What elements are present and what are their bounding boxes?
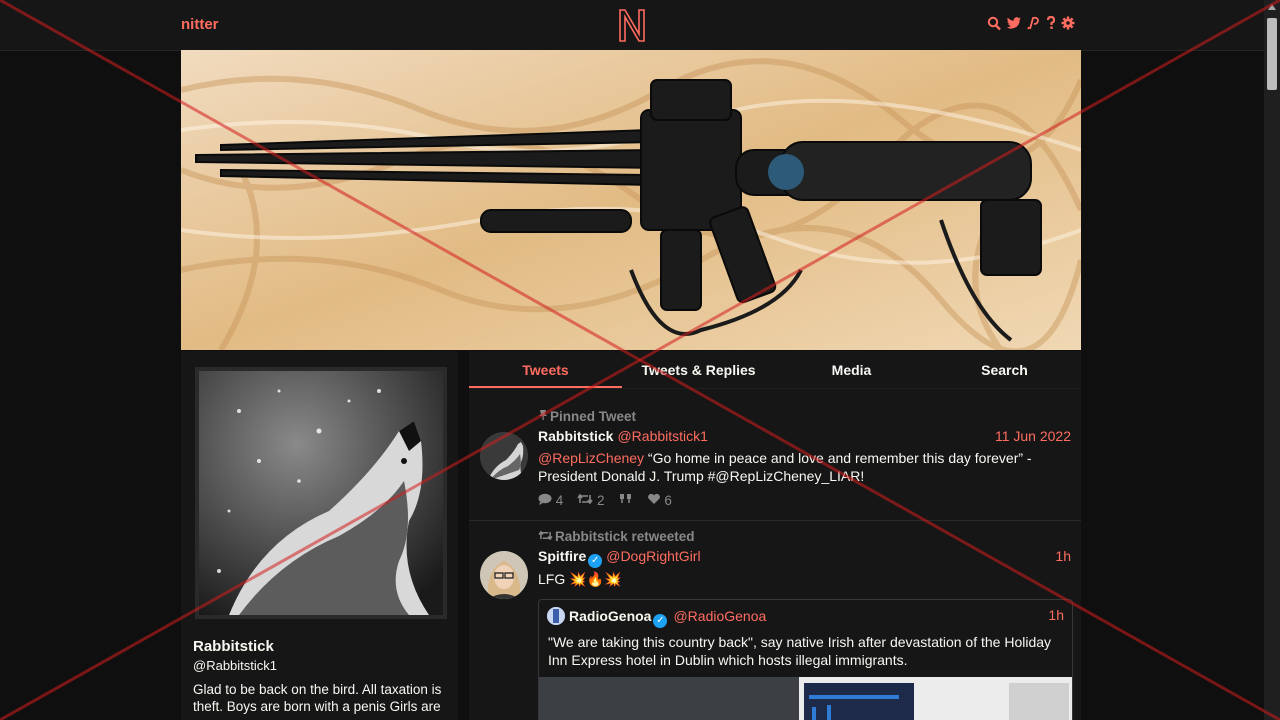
profile-bio: Glad to be back on the bird. All taxatio… bbox=[193, 682, 442, 714]
retweet-icon bbox=[577, 493, 593, 508]
quote-header: RadioGenoa ✓ @RadioGenoa 1h bbox=[547, 607, 1064, 628]
tweet-fullname[interactable]: Rabbitstick bbox=[538, 428, 613, 444]
tweet-stats: 4 2 6 bbox=[538, 493, 672, 508]
tab-tweets-replies[interactable]: Tweets & Replies bbox=[622, 351, 775, 388]
search-icon[interactable] bbox=[987, 15, 1001, 31]
profile-username[interactable]: @Rabbitstick1 bbox=[193, 658, 277, 673]
tab-media[interactable]: Media bbox=[775, 351, 928, 388]
like-stat[interactable]: 6 bbox=[647, 493, 672, 508]
tweet-content: LFG 💥🔥💥 bbox=[538, 570, 1058, 588]
profile-banner[interactable] bbox=[181, 50, 1081, 350]
spitfire-avatar-image bbox=[480, 551, 528, 599]
navbar: nitter bbox=[0, 0, 1264, 51]
reply-stat[interactable]: 4 bbox=[538, 493, 563, 508]
tweet-username[interactable]: @DogRightGirl bbox=[606, 548, 700, 564]
timeline-tabs: Tweets Tweets & Replies Media Search bbox=[469, 351, 1081, 389]
pinned-label: Pinned Tweet bbox=[538, 409, 636, 424]
quoted-tweet[interactable]: RadioGenoa ✓ @RadioGenoa 1h "We are taking… bbox=[538, 599, 1073, 720]
quote-fullname[interactable]: RadioGenoa bbox=[569, 608, 651, 624]
profile-avatar[interactable] bbox=[195, 367, 447, 619]
nav-icons bbox=[987, 15, 1075, 31]
pinned-label-text: Pinned Tweet bbox=[550, 409, 637, 424]
brand-link[interactable]: nitter bbox=[181, 16, 219, 33]
tab-search[interactable]: Search bbox=[928, 351, 1081, 388]
timeline: Tweets Tweets & Replies Media Search Pin… bbox=[469, 351, 1081, 720]
rss-icon[interactable] bbox=[1027, 15, 1041, 31]
verified-badge-icon: ✓ bbox=[653, 614, 668, 628]
tweet-date[interactable]: 11 Jun 2022 bbox=[995, 428, 1071, 444]
twitter-icon[interactable] bbox=[1006, 15, 1022, 31]
quote-date[interactable]: 1h bbox=[1048, 607, 1064, 623]
tweet-avatar[interactable] bbox=[480, 551, 528, 599]
mention-link[interactable]: @RepLizCheney bbox=[538, 450, 644, 466]
retweet-stat[interactable]: 2 bbox=[577, 493, 605, 508]
nitter-logo-icon[interactable] bbox=[616, 7, 648, 43]
tweet-text: LFG 💥🔥💥 bbox=[538, 571, 622, 587]
scroll-up-arrow-icon[interactable] bbox=[1268, 4, 1276, 10]
tab-tweets[interactable]: Tweets bbox=[469, 351, 622, 388]
tweet-header: Rabbitstick @Rabbitstick1 11 Jun 2022 bbox=[538, 428, 1071, 444]
quote-avatar[interactable] bbox=[547, 607, 565, 625]
quote-icon bbox=[619, 493, 633, 508]
tweet-item[interactable]: Pinned Tweet Rabbitstick @Rabbitstick1 11… bbox=[469, 404, 1081, 521]
verified-badge-icon: ✓ bbox=[588, 554, 603, 568]
pin-icon bbox=[538, 409, 550, 424]
tweet-item[interactable]: Rabbitstick retweeted Spitfire ✓ @DogRight… bbox=[469, 521, 1081, 720]
scroll-thumb[interactable] bbox=[1267, 18, 1277, 90]
help-icon[interactable] bbox=[1046, 15, 1056, 31]
profile-card: Rabbitstick @Rabbitstick1 Glad to be bac… bbox=[181, 351, 458, 720]
quote-text: "We are taking this country back", say n… bbox=[548, 634, 1052, 668]
tweet-username[interactable]: @Rabbitstick1 bbox=[617, 428, 707, 444]
wolf-avatar-image bbox=[199, 371, 443, 615]
tweet-fullname[interactable]: Spitfire bbox=[538, 548, 586, 564]
retweet-label-text: Rabbitstick retweeted bbox=[555, 529, 695, 544]
hotel-photo bbox=[539, 677, 1072, 720]
settings-icon[interactable] bbox=[1061, 15, 1075, 31]
tweet-content: @RepLizCheney “Go home in peace and love… bbox=[538, 449, 1058, 485]
tweet-avatar[interactable] bbox=[480, 432, 528, 480]
tweet-date[interactable]: 1h bbox=[1055, 548, 1071, 564]
heart-icon bbox=[647, 493, 661, 508]
quote-stat[interactable] bbox=[619, 493, 633, 508]
quote-username[interactable]: @RadioGenoa bbox=[673, 608, 766, 624]
quote-media-image[interactable] bbox=[539, 677, 1072, 720]
retweet-icon bbox=[538, 529, 555, 544]
banner-image bbox=[181, 50, 1081, 350]
retweet-label: Rabbitstick retweeted bbox=[538, 529, 695, 544]
scrollbar[interactable] bbox=[1264, 0, 1280, 720]
wolf-avatar-small-image bbox=[480, 432, 528, 480]
comment-icon bbox=[538, 493, 552, 508]
profile-fullname[interactable]: Rabbitstick bbox=[193, 638, 274, 655]
tweet-header: Spitfire ✓ @DogRightGirl 1h bbox=[538, 548, 1071, 568]
